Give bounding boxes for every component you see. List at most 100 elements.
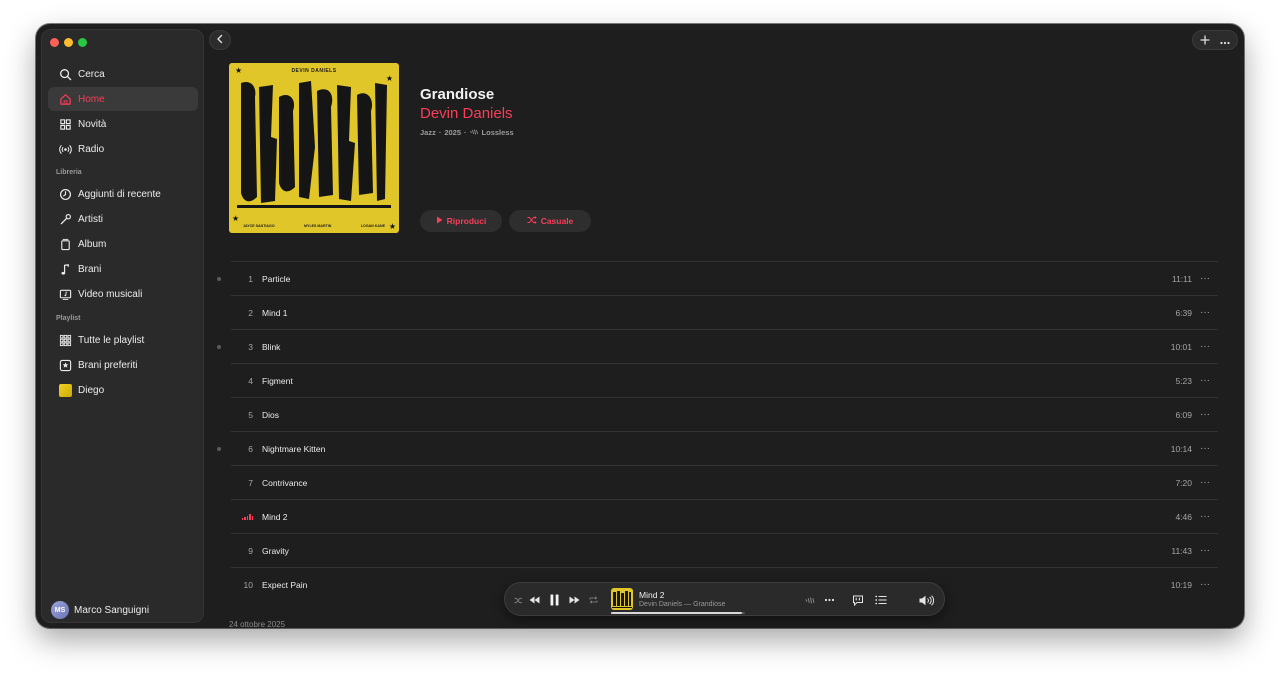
track-duration: 10:01 [1170, 341, 1192, 352]
sidebar-item-playlist-diego[interactable]: Diego [48, 378, 198, 402]
track-title: Mind 2 [262, 511, 288, 522]
repeat-icon[interactable] [589, 583, 598, 617]
sidebar-item-radio[interactable]: Radio [48, 137, 198, 161]
user-profile[interactable]: MS Marco Sanguigni [51, 601, 149, 619]
play-button[interactable]: Riproduci [420, 210, 502, 232]
more-options-icon[interactable]: ··· [1192, 375, 1218, 386]
sidebar-item-search[interactable]: Cerca [48, 62, 198, 86]
cover-star-icon: ★ [388, 222, 396, 231]
fast-forward-icon[interactable] [569, 583, 580, 617]
back-button[interactable] [209, 30, 231, 50]
avatar: MS [51, 601, 69, 619]
table-row[interactable]: 6 Nightmare Kitten 10:14 ··· [217, 431, 1218, 465]
pause-icon[interactable] [550, 583, 559, 617]
track-title: Gravity [262, 545, 289, 556]
playback-progress-bar[interactable] [611, 612, 745, 614]
more-options-icon[interactable]: ··· [1192, 307, 1218, 318]
track-number: 6 [248, 443, 253, 454]
track-number: 4 [248, 375, 253, 386]
sidebar-item-albums[interactable]: Album [48, 232, 198, 256]
track-duration: 6:09 [1175, 409, 1192, 420]
table-row[interactable]: 9 Gravity 11:43 ··· [231, 533, 1218, 567]
radio-icon [58, 142, 72, 156]
playlist-cover-icon [58, 383, 72, 397]
track-title: Mind 1 [262, 307, 288, 318]
queue-list-icon[interactable] [875, 583, 887, 617]
album-genre: Jazz [420, 128, 436, 137]
chevron-left-icon [216, 31, 224, 49]
more-options-icon[interactable]: ··· [1192, 545, 1218, 556]
shuffle-button[interactable]: Casuale [509, 210, 591, 232]
more-options-icon[interactable] [824, 583, 835, 617]
table-row-now-playing[interactable]: Mind 2 4:46 ··· [231, 499, 1218, 533]
cover-artwork [237, 81, 391, 208]
track-title: Particle [262, 273, 291, 284]
track-duration: 4:46 [1175, 511, 1192, 522]
album-cover[interactable]: DEVIN DANIELS ★ ★ ★ ★ JAYCE SANTIAGO MYL… [229, 63, 399, 233]
more-options-icon[interactable]: ··· [1192, 273, 1218, 284]
sidebar-item-home[interactable]: Home [48, 87, 198, 111]
volume-icon[interactable] [919, 583, 935, 617]
sidebar-item-label: Brani preferiti [78, 359, 138, 371]
album-artist-link[interactable]: Devin Daniels [420, 105, 513, 122]
more-options-icon[interactable]: ··· [1192, 409, 1218, 420]
sidebar-item-music-videos[interactable]: Video musicali [48, 282, 198, 306]
track-number: 1 [248, 273, 253, 284]
sidebar-item-label: Diego [78, 384, 105, 396]
cover-star-icon: ★ [235, 66, 243, 75]
lossless-icon [469, 128, 479, 137]
more-options-icon[interactable]: ··· [1192, 477, 1218, 488]
table-row[interactable]: 2 Mind 1 6:39 ··· [231, 295, 1218, 329]
track-duration: 6:39 [1175, 307, 1192, 318]
table-row[interactable]: 1 Particle 11:11 ··· [217, 261, 1218, 295]
star-icon [58, 358, 72, 372]
mini-player: Mind 2 Devin Daniels — Grandiose [504, 582, 945, 616]
sidebar-item-artists[interactable]: Artisti [48, 207, 198, 231]
user-name: Marco Sanguigni [74, 604, 150, 616]
playlists-grid-icon [58, 333, 72, 347]
shuffle-icon[interactable] [514, 583, 523, 617]
sidebar-item-new[interactable]: Novità [48, 112, 198, 136]
now-playing-subtitle[interactable]: Devin Daniels — Grandiose [639, 601, 725, 608]
close-window-button[interactable] [50, 38, 59, 47]
main-content: DEVIN DANIELS ★ ★ ★ ★ JAYCE SANTIAGO MYL… [208, 24, 1244, 628]
now-playing-artwork[interactable] [611, 588, 633, 610]
track-number: 9 [248, 545, 253, 556]
add-icon[interactable] [1200, 32, 1210, 48]
minimize-window-button[interactable] [64, 38, 73, 47]
track-number: 3 [248, 341, 253, 352]
microphone-icon [58, 212, 72, 226]
sidebar-item-favorite-songs[interactable]: Brani preferiti [48, 353, 198, 377]
track-number: 10 [243, 579, 253, 590]
sidebar-item-all-playlists[interactable]: Tutte le playlist [48, 328, 198, 352]
track-number: 7 [248, 477, 253, 488]
table-row[interactable]: 4 Figment 5:23 ··· [231, 363, 1218, 397]
track-number: 5 [248, 409, 253, 420]
rewind-icon[interactable] [529, 583, 540, 617]
library-section-label: Libreria [56, 169, 82, 176]
play-icon [436, 216, 443, 226]
sidebar-item-recent[interactable]: Aggiunti di recente [48, 182, 198, 206]
track-marker [217, 276, 221, 281]
track-title: Dios [262, 409, 280, 420]
more-options-icon[interactable] [1220, 32, 1230, 48]
sidebar-item-label: Novità [78, 118, 107, 130]
more-options-icon[interactable]: ··· [1192, 579, 1218, 590]
video-icon [58, 287, 72, 301]
sidebar: Cerca Home Novità Radio Libreria Aggiunt… [41, 29, 204, 623]
zoom-window-button[interactable] [78, 38, 87, 47]
shuffle-icon [527, 216, 537, 226]
search-icon [58, 67, 72, 81]
sidebar-item-songs[interactable]: Brani [48, 257, 198, 281]
table-row[interactable]: 7 Contrivance 7:20 ··· [231, 465, 1218, 499]
lossless-icon [805, 583, 816, 617]
table-row[interactable]: 3 Blink 10:01 ··· [217, 329, 1218, 363]
now-playing-equalizer-icon [231, 512, 253, 522]
more-options-icon[interactable]: ··· [1192, 341, 1218, 352]
more-options-icon[interactable]: ··· [1192, 511, 1218, 522]
sidebar-item-label: Album [78, 238, 107, 250]
track-title: Contrivance [262, 477, 308, 488]
table-row[interactable]: 5 Dios 6:09 ··· [231, 397, 1218, 431]
lyrics-icon[interactable] [852, 583, 864, 617]
more-options-icon[interactable]: ··· [1192, 443, 1218, 454]
